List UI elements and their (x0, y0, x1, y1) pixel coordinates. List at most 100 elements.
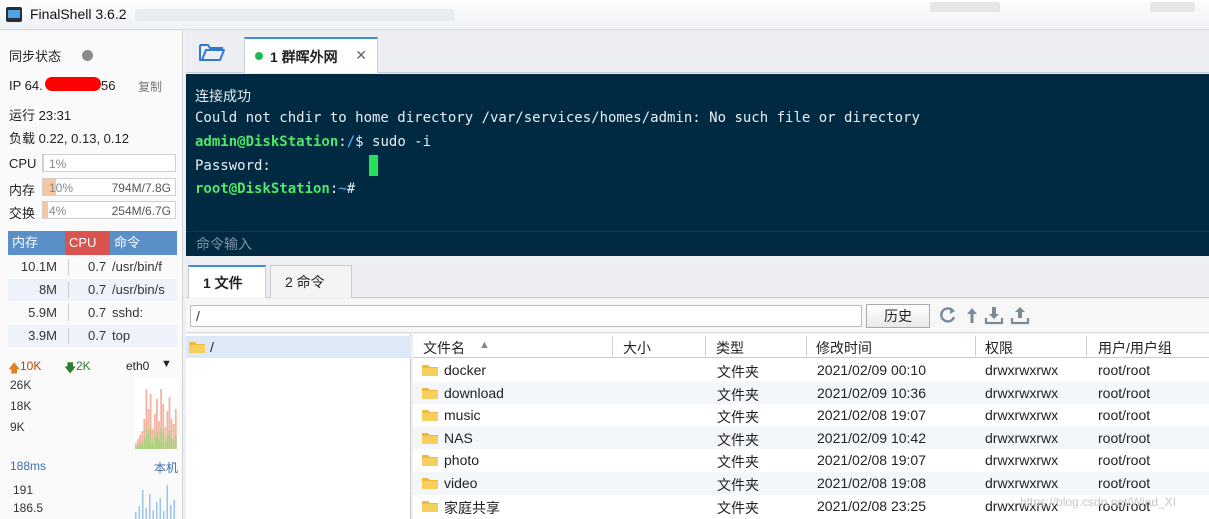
file-row[interactable]: download 文件夹 2021/02/09 10:36 drwxrwxrwx roo… (413, 381, 1209, 405)
ping-bar (145, 508, 147, 519)
terminal[interactable]: 连接成功 Could not chdir to home directory /… (186, 74, 1209, 256)
window-title: FinalShell 3.6.2 (30, 6, 127, 22)
col-type-header[interactable]: 类型 (716, 338, 744, 358)
file-type: 文件夹 (717, 477, 759, 493)
mem-meter: 10% 794M/7.8G (42, 178, 176, 196)
file-name: docker (444, 362, 487, 378)
prompt-user: root@DiskStation (195, 181, 330, 197)
mem-percent: 10% (49, 181, 74, 195)
net-bar (170, 438, 173, 449)
file-mtime: 2021/02/09 00:10 (817, 362, 926, 378)
ping-bar (166, 485, 168, 519)
process-mem: 10.1M (20, 259, 57, 274)
process-row[interactable]: 5.9M 0.7 sshd: (8, 302, 177, 324)
upload-icon[interactable] (1010, 305, 1030, 325)
parent-dir-icon[interactable] (962, 305, 982, 325)
file-name: photo (444, 452, 480, 469)
ping-bar (138, 506, 140, 519)
file-type: 文件夹 (717, 364, 759, 380)
folder-icon (422, 432, 438, 444)
process-mem: 5.9M (28, 305, 57, 320)
col-name-header[interactable]: 文件名 (423, 338, 465, 358)
prompt-path: ~ (338, 181, 347, 197)
net-bar (139, 444, 141, 449)
file-row[interactable]: photo 文件夹 2021/02/08 19:07 drwxrwxrwx root/r… (413, 449, 1209, 472)
swap-amount: 254M/6.7G (111, 204, 171, 218)
process-mem: 8M (38, 282, 57, 297)
net-bar (137, 445, 139, 449)
file-name: video (444, 475, 478, 491)
ip-redaction-mask (45, 77, 101, 91)
ping-header: 188ms 本机 (8, 459, 178, 477)
file-perm: drwxrwxrwx (985, 362, 1059, 378)
col-perm-header[interactable]: 权限 (985, 338, 1013, 358)
sync-status-label: 同步状态 (9, 49, 62, 64)
load-average: 负载 0.22, 0.13, 0.12 (9, 131, 129, 146)
net-tick-label: 26K (10, 378, 31, 392)
uptime: 运行 23:31 (9, 108, 72, 123)
ping-latency: 188ms (10, 459, 47, 473)
session-tab-bar: 1 群晖外网 ✕ (186, 31, 1209, 73)
blurred-background (930, 2, 1000, 12)
process-cpu: 0.7 (88, 328, 107, 343)
ping-bar (152, 510, 154, 519)
chevron-down-icon[interactable]: ▼ (161, 358, 172, 370)
process-row[interactable]: 10.1M 0.7/usr/bin/f (8, 256, 177, 278)
file-row[interactable]: music 文件夹 2021/02/08 19:07 drwxrwxrwx root/r… (413, 404, 1209, 427)
path-input[interactable]: / (190, 305, 862, 327)
process-cpu-header[interactable]: CPU (65, 231, 110, 255)
download-icon[interactable] (984, 305, 1004, 325)
file-mtime: 2021/02/08 19:07 (817, 407, 926, 424)
col-owner-header[interactable]: 用户/用户组 (1098, 338, 1172, 358)
file-type: 文件夹 (717, 431, 759, 448)
file-type: 文件夹 (717, 409, 759, 426)
prompt-command: # (346, 181, 356, 197)
process-cmd-header[interactable]: 命令 (110, 231, 177, 255)
tab-commands[interactable]: 2 命令 (270, 265, 352, 298)
title-bar: FinalShell 3.6.2 (0, 0, 1209, 30)
folder-icon (422, 365, 438, 376)
file-mtime: 2021/02/08 19:08 (817, 475, 926, 491)
command-input[interactable]: 命令输入 (186, 231, 1209, 256)
tab-session[interactable]: 1 群晖外网 ✕ (244, 37, 378, 73)
refresh-icon[interactable] (938, 305, 958, 325)
process-row[interactable]: 8M 0.7/usr/bin/s (8, 279, 177, 301)
col-size-header[interactable]: 大小 (623, 338, 651, 358)
history-button[interactable]: 历史 (866, 304, 930, 328)
tree-item-root[interactable]: / (186, 336, 411, 358)
sort-asc-icon[interactable]: ▲ (479, 339, 490, 351)
terminal-prompt-line: admin@DiskStation:/$ sudo -i (195, 134, 431, 150)
process-row[interactable]: 3.9M 0.7 top (8, 325, 177, 347)
file-mtime: 2021/02/08 23:25 (817, 497, 926, 514)
file-mtime: 2021/02/08 19:07 (817, 452, 926, 469)
tab-files[interactable]: 1 文件 (188, 265, 266, 298)
monitor-panel: 同步状态 IP 64. 56 复制 运行 23:31 负载 0.22, 0.13… (0, 31, 183, 519)
net-bar (162, 433, 165, 449)
file-owner: root/root (1098, 452, 1151, 469)
session-tab-label: 1 群晖外网 (270, 49, 338, 65)
folder-open-icon[interactable] (198, 41, 226, 63)
terminal-line: Could not chdir to home directory /var/s… (195, 110, 920, 126)
ping-bar (149, 494, 151, 519)
file-row[interactable]: NAS 文件夹 2021/02/09 10:42 drwxrwxrwx root/roo… (413, 426, 1209, 450)
interface-select[interactable]: eth0 (126, 359, 149, 373)
file-type: 文件夹 (717, 386, 759, 403)
cpu-meter: 1% (42, 154, 176, 172)
file-type: 文件夹 (717, 454, 759, 471)
network-chart: 26K 18K 9K (10, 377, 178, 449)
network-header: 🡅 10K 🡇 2K eth0 ▼ (8, 358, 178, 377)
net-tick-label: 18K (10, 399, 31, 413)
ping-bar (156, 502, 158, 519)
net-bar (145, 428, 148, 449)
file-owner: root/root (1098, 429, 1151, 446)
copy-ip-button[interactable]: 复制 (138, 78, 162, 95)
process-mem-header[interactable]: 内存 (8, 231, 65, 255)
process-cpu: 0.7 (88, 259, 107, 274)
process-cmd: top (112, 328, 131, 343)
file-row[interactable]: video 文件夹 2021/02/08 19:08 drwxrwxrwx root/r… (413, 472, 1209, 495)
ping-tick-label: 191 (13, 483, 33, 497)
col-mtime-header[interactable]: 修改时间 (816, 338, 872, 358)
file-row[interactable]: docker 文件夹 2021/02/09 00:10 drwxrwxrwx root/… (413, 359, 1209, 382)
file-mtime: 2021/02/09 10:42 (817, 429, 926, 446)
close-icon[interactable]: ✕ (355, 47, 367, 64)
